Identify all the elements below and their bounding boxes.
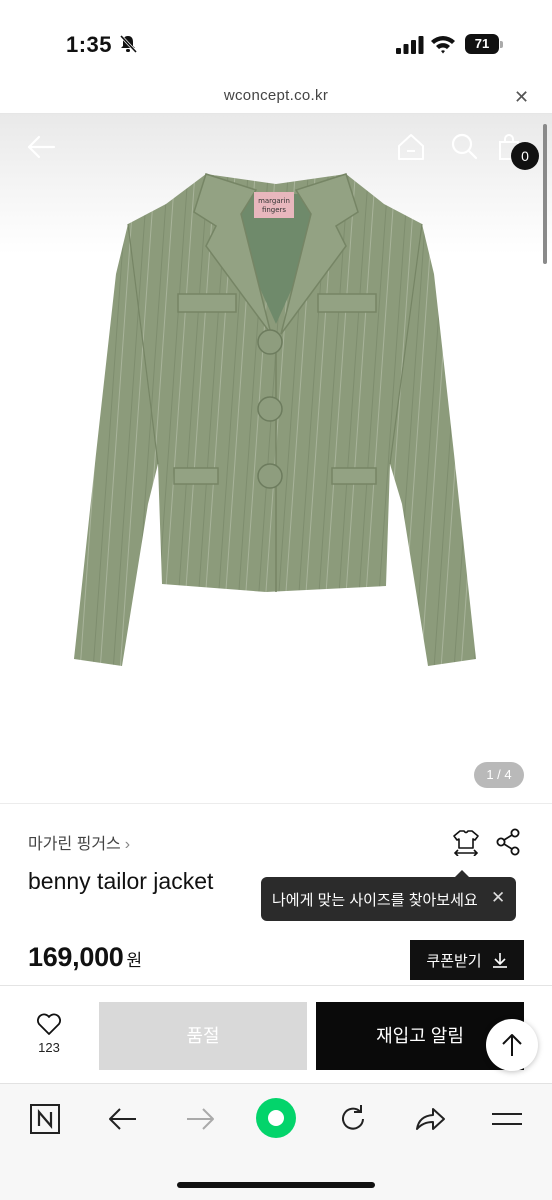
naver-n-icon[interactable] [28,1102,62,1136]
cart-count-badge[interactable]: 0 [511,142,539,170]
bell-muted-icon [119,34,138,54]
status-time: 1:35 [66,32,113,57]
coupon-label[interactable]: 쿠폰받기 [426,950,481,971]
url-text[interactable]: wconcept.co.kr [0,87,552,104]
arrow-up-icon [502,1034,522,1056]
signal-icon [396,36,424,54]
coupon-button[interactable]: 쿠폰받기 [410,940,524,980]
close-icon[interactable]: ✕ [514,87,529,108]
tooltip-close-icon[interactable]: ✕ [491,888,505,908]
forward-icon[interactable] [183,1102,217,1136]
size-guide-icon[interactable] [452,828,480,856]
soldout-button: 품절 [99,1002,307,1070]
scrollbar[interactable] [543,124,547,264]
chevron-right-icon: › [124,836,131,853]
back-arrow-icon[interactable] [26,132,56,162]
brand-link[interactable]: 마가린 핑거스 › [28,830,130,854]
share-forward-icon[interactable] [413,1102,447,1136]
divider [0,803,552,804]
browser-url-bar[interactable]: wconcept.co.kr ✕ [0,80,552,114]
home-indicator[interactable] [177,1182,375,1188]
price-currency: 원 [126,951,143,970]
share-icon[interactable] [495,828,521,856]
battery-level: 71 [465,34,499,54]
menu-icon[interactable] [490,1102,524,1136]
like-count: 123 [38,1040,60,1055]
scroll-to-top-button[interactable] [486,1019,538,1071]
battery-icon: 71 [465,34,503,54]
brand-name[interactable]: 마가린 핑거스 [28,836,121,853]
back-icon[interactable] [106,1102,140,1136]
green-dot-icon[interactable] [256,1098,296,1138]
product-price: 169,000 원 [28,942,142,973]
reload-icon[interactable] [336,1102,370,1136]
size-tooltip-text: 나에게 맞는 사이즈를 찾아보세요 [272,892,478,909]
image-pager: 1 / 4 [474,762,524,788]
heart-icon[interactable] [36,1012,62,1036]
svg-text:fingers: fingers [262,206,286,214]
like-button[interactable]: 123 [28,1012,70,1064]
status-bar: 1:35 71 [0,0,552,80]
product-title: benny tailor jacket [28,868,214,894]
product-jacket-image: margarin fingers [74,173,476,666]
svg-text:margarin: margarin [258,197,290,205]
price-value: 169,000 [28,942,124,972]
size-tooltip[interactable]: 나에게 맞는 사이즈를 찾아보세요 ✕ [261,870,516,921]
wifi-icon [431,36,455,54]
product-image-carousel[interactable]: 0 margarin fingers 1 / 4 [0,114,552,804]
download-icon [492,953,507,968]
